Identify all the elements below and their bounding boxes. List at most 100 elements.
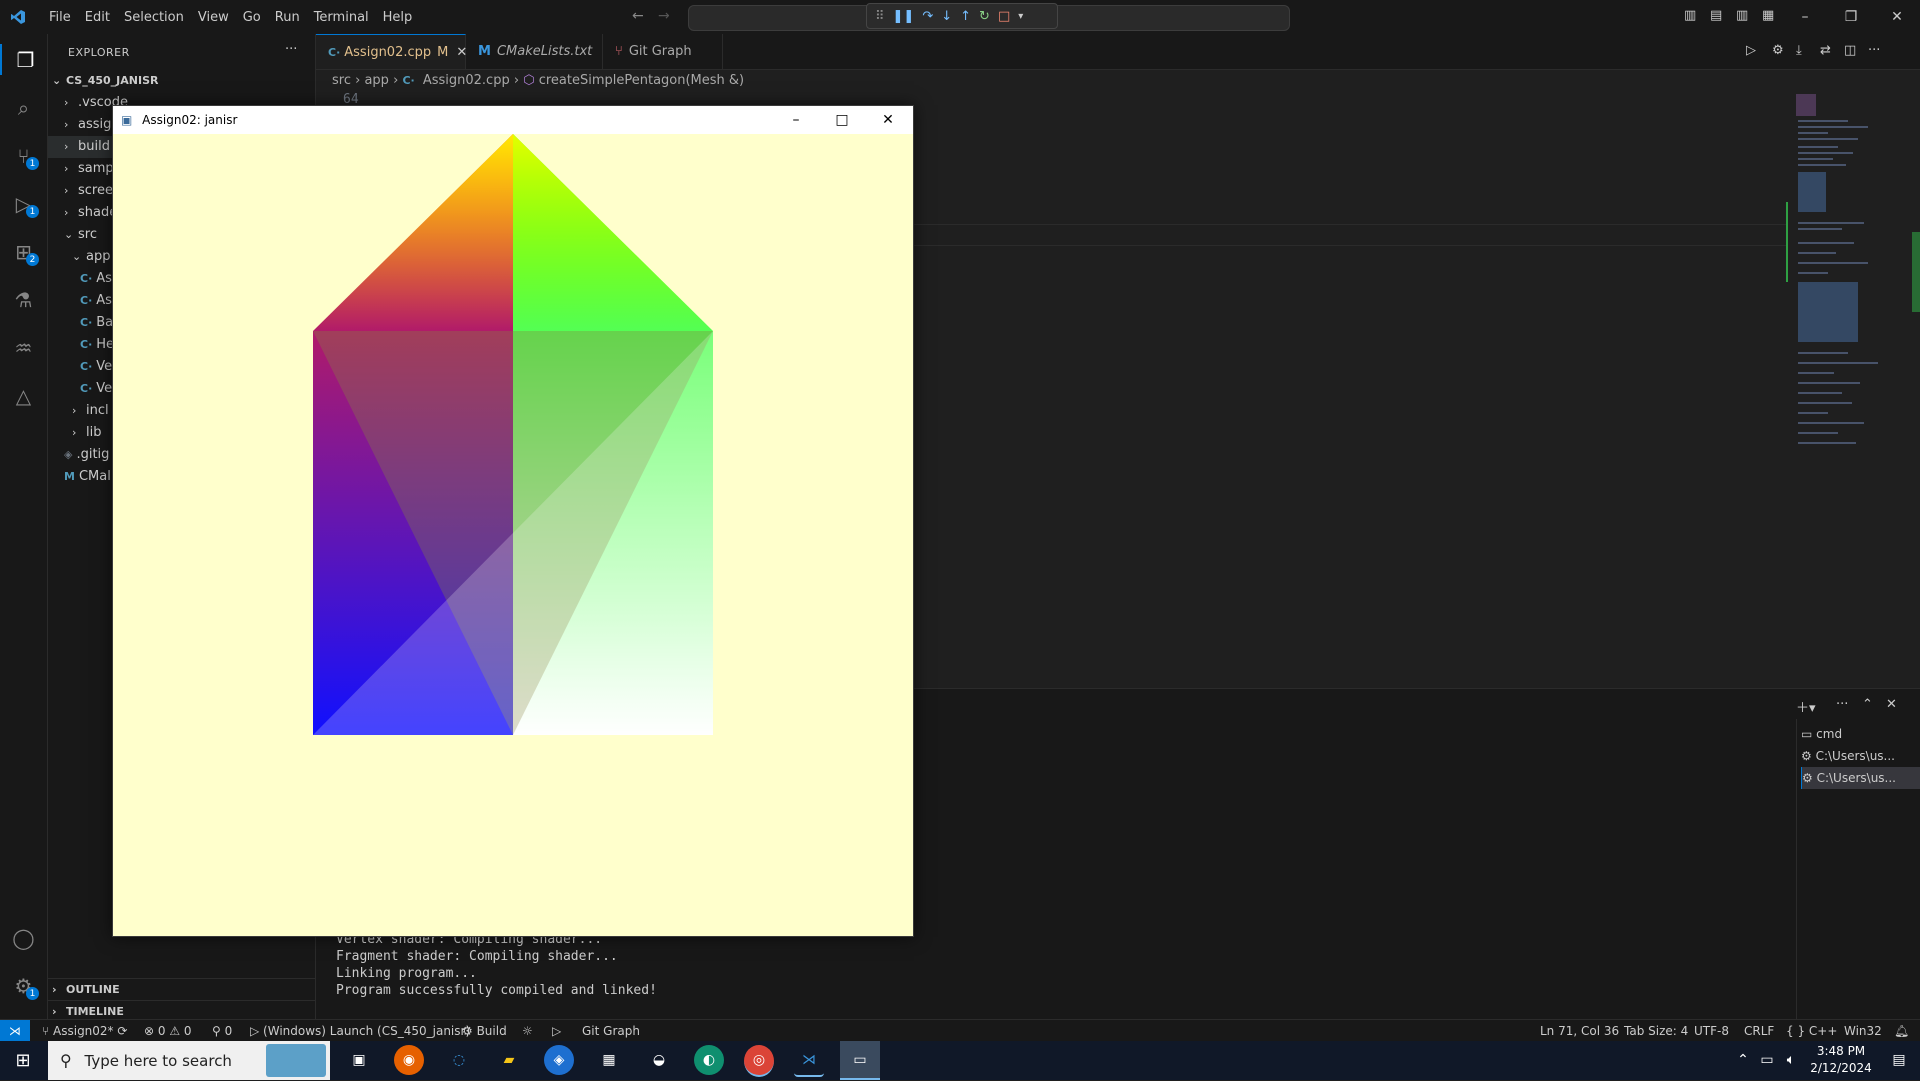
git-graph-status[interactable]: Git Graph	[582, 1020, 640, 1042]
build-button[interactable]: ⚙ Build	[462, 1020, 507, 1042]
notifications-bell-icon[interactable]: 🔔︎	[1894, 1020, 1909, 1042]
download-icon[interactable]: ⤓	[1796, 43, 1802, 58]
toggle-panel-icon[interactable]: ▤	[1710, 8, 1722, 23]
search-icon[interactable]: ⌕	[8, 92, 39, 123]
breadcrumb-symbol[interactable]: createSimplePentagon(Mesh &)	[539, 73, 744, 88]
step-into-icon[interactable]: ↓	[941, 9, 952, 24]
remote-icon[interactable]: ⋊	[0, 1020, 30, 1042]
minimap[interactable]	[1786, 92, 1920, 687]
forward-arrow-icon[interactable]: →	[658, 8, 670, 24]
firefox-icon[interactable]: ◉	[394, 1045, 424, 1075]
branch-status[interactable]: ⑂ Assign02* ⟳	[42, 1020, 127, 1042]
error-count: 0	[157, 1024, 166, 1038]
menu-file[interactable]: File	[42, 10, 78, 25]
cmake-icon[interactable]: △	[8, 380, 39, 411]
close-icon[interactable]: ✕	[1874, 0, 1920, 34]
debug-target-icon[interactable]: ☼	[522, 1020, 533, 1042]
platform[interactable]: Win32	[1844, 1020, 1882, 1042]
drag-handle-icon[interactable]: ⠿	[875, 9, 885, 24]
breadcrumb-file[interactable]: Assign02.cpp	[423, 73, 510, 88]
breadcrumb-src[interactable]: src	[332, 73, 351, 88]
clock[interactable]: 3:48 PM 2/12/2024	[1806, 1043, 1876, 1077]
chevron-down-icon: ⌄	[52, 74, 62, 87]
cpp-file-icon: C·	[80, 338, 93, 351]
close-panel-icon[interactable]: ✕	[1886, 697, 1897, 712]
terminal-item-task[interactable]: ⚙ C:\Users\us...	[1801, 745, 1919, 767]
debug-settings-icon[interactable]: ⚙	[1772, 43, 1784, 58]
account-icon[interactable]: ◯	[8, 922, 39, 953]
problems-status[interactable]: ⊗ 0 ⚠ 0	[144, 1020, 192, 1042]
restore-icon[interactable]: ❐	[1828, 0, 1874, 34]
maximize-panel-icon[interactable]: ⌃	[1862, 697, 1873, 712]
chevron-right-icon: ›	[64, 118, 69, 131]
opengl-window[interactable]: ▣ Assign02: janisr – □ ✕	[112, 105, 914, 937]
tab-assign02[interactable]: C· Assign02.cpp M ✕	[316, 34, 467, 69]
toggle-secondary-sidebar-icon[interactable]: ▥	[1736, 8, 1748, 23]
run-icon[interactable]: ▷	[552, 1020, 561, 1042]
new-terminal-icon[interactable]: ＋▾	[1796, 697, 1816, 716]
task-view-icon[interactable]: ▣	[344, 1045, 374, 1075]
menu-view[interactable]: View	[191, 10, 236, 25]
encoding[interactable]: UTF-8	[1694, 1020, 1729, 1042]
sync-icon: ⟳	[113, 1024, 128, 1038]
file-explorer-icon[interactable]: ▰	[494, 1045, 524, 1075]
restart-icon[interactable]: ↻	[979, 9, 990, 24]
step-out-icon[interactable]: ↑	[960, 9, 971, 24]
search-icon: ⚲	[60, 1051, 72, 1070]
toggle-sidebar-icon[interactable]: ▥	[1684, 8, 1696, 23]
testing-flask-icon[interactable]: ⚗	[8, 284, 39, 315]
chrome-icon[interactable]: ◎	[744, 1045, 774, 1077]
workspace-root[interactable]: ⌄ CS_450_JANISR	[48, 70, 319, 92]
store-icon[interactable]: ▦	[594, 1045, 624, 1075]
cortana-icon[interactable]: ◌	[444, 1045, 474, 1075]
cursor-position[interactable]: Ln 71, Col 36	[1540, 1020, 1619, 1042]
more-actions-icon[interactable]: ···	[1836, 697, 1848, 712]
ports-status[interactable]: ⚲ 0	[212, 1020, 232, 1042]
minimize-icon[interactable]: –	[1782, 0, 1828, 34]
python-icon[interactable]: ♒	[8, 332, 39, 363]
menu-selection[interactable]: Selection	[117, 10, 191, 25]
volume-icon[interactable]: 🔈︎	[1776, 1045, 1806, 1075]
menu-go[interactable]: Go	[236, 10, 268, 25]
minimize-icon[interactable]: –	[773, 106, 819, 134]
run-icon[interactable]: ▷	[1746, 43, 1756, 58]
breadcrumb-app[interactable]: app	[364, 73, 388, 88]
app-icon[interactable]: ◈	[544, 1045, 574, 1075]
tree-item-label: .gitig	[76, 447, 110, 462]
eol[interactable]: CRLF	[1744, 1020, 1774, 1042]
notifications-icon[interactable]: ▤	[1884, 1045, 1914, 1075]
maximize-icon[interactable]: □	[819, 106, 865, 134]
more-actions-icon[interactable]: ···	[285, 42, 297, 57]
stop-icon[interactable]: □	[998, 9, 1010, 24]
more-actions-icon[interactable]: ···	[1868, 43, 1880, 58]
explorer-icon[interactable]: ❐	[0, 44, 49, 75]
tab-cmakelists[interactable]: M CMakeLists.txt	[466, 34, 603, 69]
vscode-taskbar-icon[interactable]: ⋊	[794, 1045, 824, 1077]
outline-section[interactable]: › OUTLINE	[48, 978, 319, 1001]
close-icon[interactable]: ✕	[865, 106, 911, 134]
pause-icon[interactable]: ❚❚	[893, 9, 915, 24]
gl-window-titlebar[interactable]: ▣ Assign02: janisr – □ ✕	[113, 106, 913, 134]
launch-config[interactable]: ▷ (Windows) Launch (CS_450_janisr)	[250, 1020, 470, 1042]
windows-start-icon[interactable]: ⊞	[8, 1045, 38, 1075]
error-icon: ⊗	[144, 1024, 158, 1038]
terminal-item-cmd[interactable]: ▭ cmd	[1801, 723, 1919, 745]
gl-app-taskbar-icon[interactable]: ▭	[840, 1041, 880, 1080]
tab-size[interactable]: Tab Size: 4	[1624, 1020, 1688, 1042]
menu-terminal[interactable]: Terminal	[307, 10, 376, 25]
menu-run[interactable]: Run	[268, 10, 307, 25]
compare-icon[interactable]: ⇄	[1820, 43, 1831, 58]
edge-icon[interactable]: ◐	[694, 1045, 724, 1075]
menu-help[interactable]: Help	[376, 10, 420, 25]
language-mode[interactable]: { } C++	[1786, 1020, 1837, 1042]
taskbar-search[interactable]: ⚲ Type here to search	[48, 1041, 330, 1080]
steam-icon[interactable]: ◒	[644, 1045, 674, 1075]
split-editor-icon[interactable]: ◫	[1844, 43, 1856, 58]
customize-layout-icon[interactable]: ▦	[1762, 8, 1774, 23]
menu-edit[interactable]: Edit	[78, 10, 117, 25]
terminal-item-task-active[interactable]: ⚙ C:\Users\us...	[1801, 767, 1920, 789]
step-over-icon[interactable]: ↷	[922, 9, 933, 24]
back-arrow-icon[interactable]: ←	[632, 8, 644, 24]
tab-git-graph[interactable]: ⑂ Git Graph	[603, 34, 723, 69]
chevron-down-icon[interactable]: ▾	[1018, 11, 1023, 22]
